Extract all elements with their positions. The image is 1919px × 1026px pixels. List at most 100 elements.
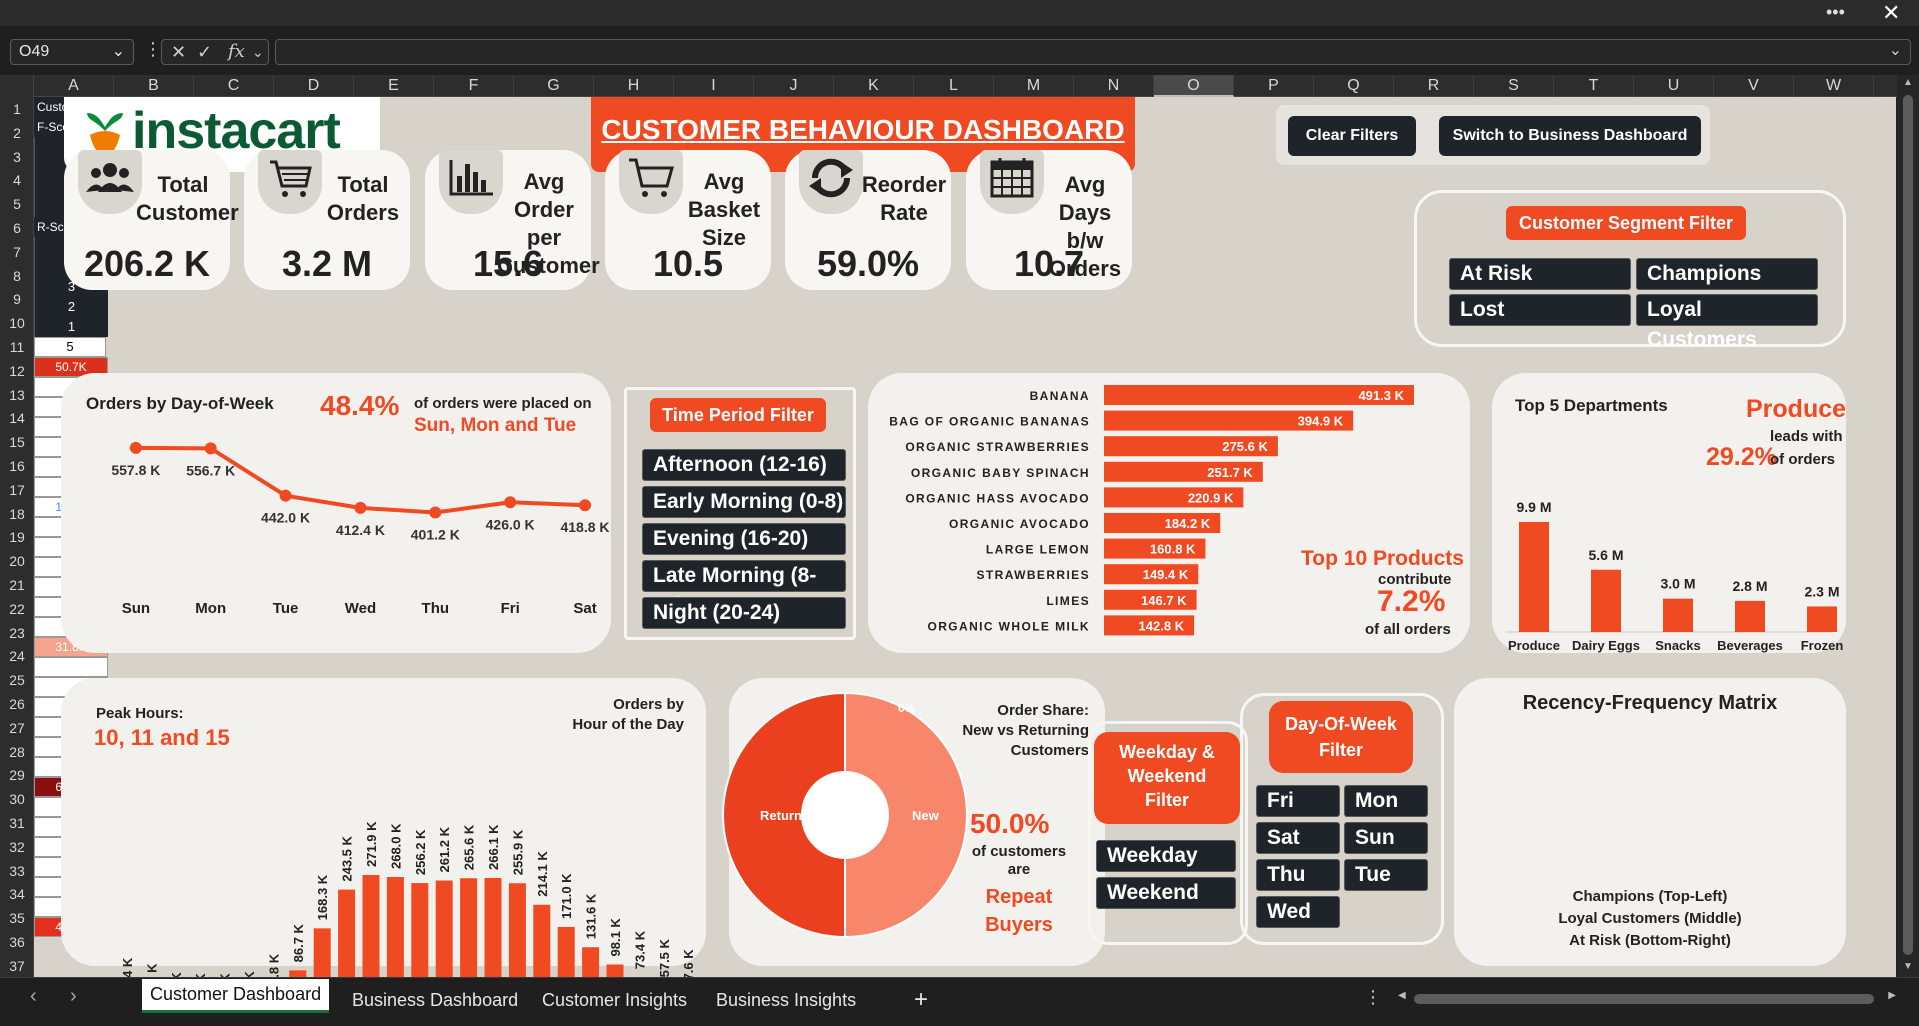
scroll-right-icon[interactable]: ▶ [1888,990,1896,1001]
fx-icon[interactable]: fx [228,40,245,64]
row-header[interactable]: 2 [0,121,34,145]
tab-next-icon[interactable]: › [70,985,77,1008]
time-filter-option[interactable]: Early Morning (0-8) [642,486,846,518]
column-header-l[interactable]: L [914,75,994,97]
row-header[interactable]: 4 [0,168,34,192]
segment-at-risk[interactable]: At Risk [1449,258,1631,290]
row-header[interactable]: 31 [0,811,34,835]
row-header[interactable]: 11 [0,335,34,359]
column-header-b[interactable]: B [114,75,194,97]
column-header-a[interactable]: A [34,75,114,97]
row-header[interactable]: 14 [0,406,34,430]
row-header[interactable]: 29 [0,763,34,787]
row-header[interactable]: 17 [0,478,34,502]
cancel-icon[interactable]: ✕ [171,40,186,64]
row-header[interactable]: 1 [0,97,34,121]
row-header[interactable]: 21 [0,573,34,597]
chevron-down-icon[interactable]: ⌄ [252,40,264,64]
vertical-scrollbar[interactable]: ▲ ▼ [1897,75,1919,977]
column-header-t[interactable]: T [1554,75,1634,97]
tab-bar-menu-icon[interactable]: ⋮ [1364,987,1382,1008]
formula-input[interactable]: ⌄ [275,39,1911,65]
switch-dashboard-button[interactable]: Switch to Business Dashboard [1439,116,1701,156]
more-options-icon[interactable]: ••• [1826,2,1845,23]
name-box[interactable]: O49 ⌄ [10,39,134,65]
segment-loyal-customers[interactable]: Loyal Customers [1636,294,1818,351]
dow-filter-option[interactable]: Sat [1256,822,1340,854]
segment-champions[interactable]: Champions [1636,258,1818,290]
horizontal-scrollbar[interactable]: ◀ ▶ [1398,990,1896,1008]
chevron-down-icon[interactable]: ⌄ [112,40,125,64]
column-header-p[interactable]: P [1234,75,1314,97]
more-vertical-icon[interactable]: ⋮ [144,39,162,60]
column-header-u[interactable]: U [1634,75,1714,97]
column-header-o[interactable]: O [1154,75,1234,97]
row-header[interactable]: 19 [0,525,34,549]
segment-lost[interactable]: Lost [1449,294,1631,326]
row-header[interactable]: 30 [0,787,34,811]
dow-filter-option[interactable]: Sun [1344,822,1428,854]
row-header[interactable]: 26 [0,692,34,716]
weekday-option[interactable]: Weekday [1096,840,1236,872]
scroll-thumb[interactable] [1903,95,1913,955]
row-header[interactable]: 34 [0,882,34,906]
row-header[interactable]: 13 [0,383,34,407]
column-header-w[interactable]: W [1794,75,1874,97]
tab-prev-icon[interactable]: ‹ [30,985,37,1008]
row-header[interactable]: 23 [0,621,34,645]
row-header[interactable]: 12 [0,359,34,383]
row-header[interactable]: 37 [0,954,34,978]
row-header[interactable]: 7 [0,240,34,264]
dow-filter-option[interactable]: Tue [1344,859,1428,891]
column-header-i[interactable]: I [674,75,754,97]
scroll-up-icon[interactable]: ▲ [1903,77,1913,88]
column-header-m[interactable]: M [994,75,1074,97]
column-header-c[interactable]: C [194,75,274,97]
time-filter-option[interactable]: Evening (16-20) [642,523,846,555]
row-header[interactable]: 8 [0,264,34,288]
row-header[interactable]: 36 [0,930,34,954]
column-header-s[interactable]: S [1474,75,1554,97]
column-header-n[interactable]: N [1074,75,1154,97]
row-header[interactable]: 28 [0,740,34,764]
add-sheet-icon[interactable]: + [914,985,928,1015]
dow-filter-option[interactable]: Fri [1256,785,1340,817]
row-header[interactable]: 24 [0,644,34,668]
column-header-h[interactable]: H [594,75,674,97]
tab-business-dashboard[interactable]: Business Dashboard [352,985,518,1015]
row-header[interactable]: 16 [0,454,34,478]
row-header[interactable]: 18 [0,502,34,526]
column-header-q[interactable]: Q [1314,75,1394,97]
row-header[interactable]: 27 [0,716,34,740]
h-scroll-thumb[interactable] [1414,994,1874,1004]
row-header[interactable]: 15 [0,430,34,454]
column-header-r[interactable]: R [1394,75,1474,97]
dow-filter-option[interactable]: Wed [1256,896,1340,928]
row-header[interactable]: 22 [0,597,34,621]
row-header[interactable]: 20 [0,549,34,573]
time-filter-option[interactable]: Night (20-24) [642,597,846,629]
time-filter-option[interactable]: Late Morning (8-12) [642,560,846,617]
row-header[interactable]: 10 [0,311,34,335]
row-header[interactable]: 5 [0,192,34,216]
column-header-e[interactable]: E [354,75,434,97]
row-header[interactable]: 35 [0,906,34,930]
column-header-j[interactable]: J [754,75,834,97]
scroll-left-icon[interactable]: ◀ [1398,990,1406,1001]
tab-business-insights[interactable]: Business Insights [716,985,856,1015]
enter-icon[interactable]: ✓ [197,40,212,64]
weekend-option[interactable]: Weekend [1096,877,1236,909]
time-filter-option[interactable]: Afternoon (12-16) [642,449,846,481]
row-header[interactable]: 33 [0,859,34,883]
column-header-f[interactable]: F [434,75,514,97]
column-header-v[interactable]: V [1714,75,1794,97]
dow-filter-option[interactable]: Thu [1256,859,1340,891]
tab-customer-dashboard[interactable]: Customer Dashboard [142,979,330,1013]
expand-formula-icon[interactable]: ⌄ [1889,40,1902,60]
tab-customer-insights[interactable]: Customer Insights [542,985,687,1015]
dow-filter-option[interactable]: Mon [1344,785,1428,817]
column-header-k[interactable]: K [834,75,914,97]
row-header[interactable]: 32 [0,835,34,859]
close-icon[interactable]: ✕ [1882,0,1900,26]
select-all-corner[interactable] [0,75,34,97]
